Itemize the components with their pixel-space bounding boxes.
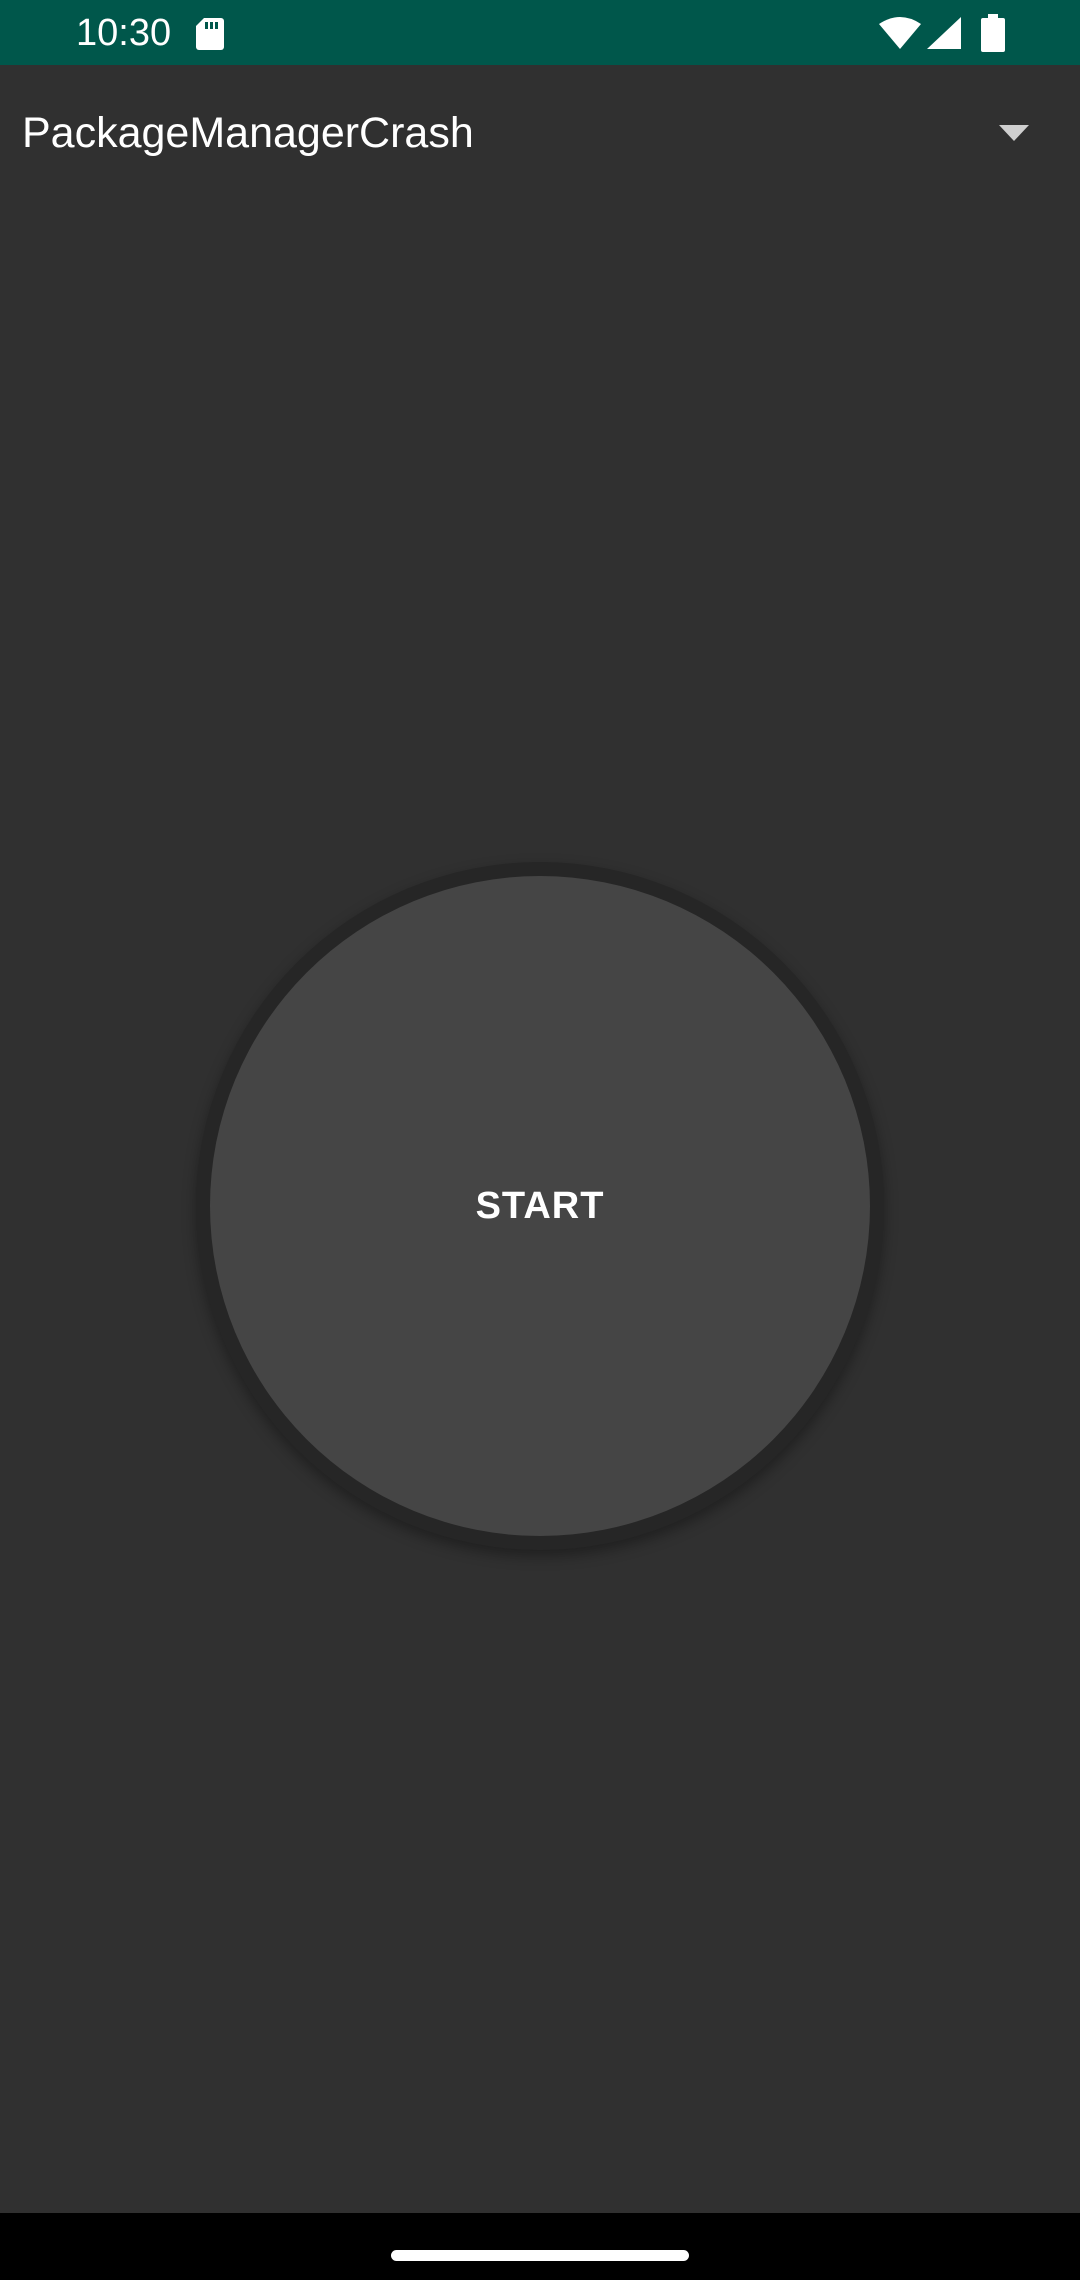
spinner-selected-value: PackageManagerCrash	[22, 109, 474, 157]
dropdown-arrow-icon	[999, 125, 1029, 141]
navigation-bar	[0, 2213, 1080, 2280]
package-spinner[interactable]: PackageManagerCrash	[0, 65, 1080, 200]
cell-signal-icon	[927, 17, 961, 49]
start-button-label: START	[475, 1184, 605, 1227]
sd-card-icon	[196, 18, 224, 50]
status-bar: 10:30	[0, 0, 1080, 65]
app-screen: 10:30 PackageManagerCrash START	[0, 0, 1080, 2280]
battery-icon	[981, 14, 1005, 52]
start-button[interactable]: START	[210, 876, 870, 1536]
wifi-icon	[879, 17, 921, 49]
home-gesture-handle[interactable]	[391, 2250, 689, 2261]
toolbar: PackageManagerCrash	[0, 65, 1080, 200]
status-time: 10:30	[76, 12, 172, 54]
